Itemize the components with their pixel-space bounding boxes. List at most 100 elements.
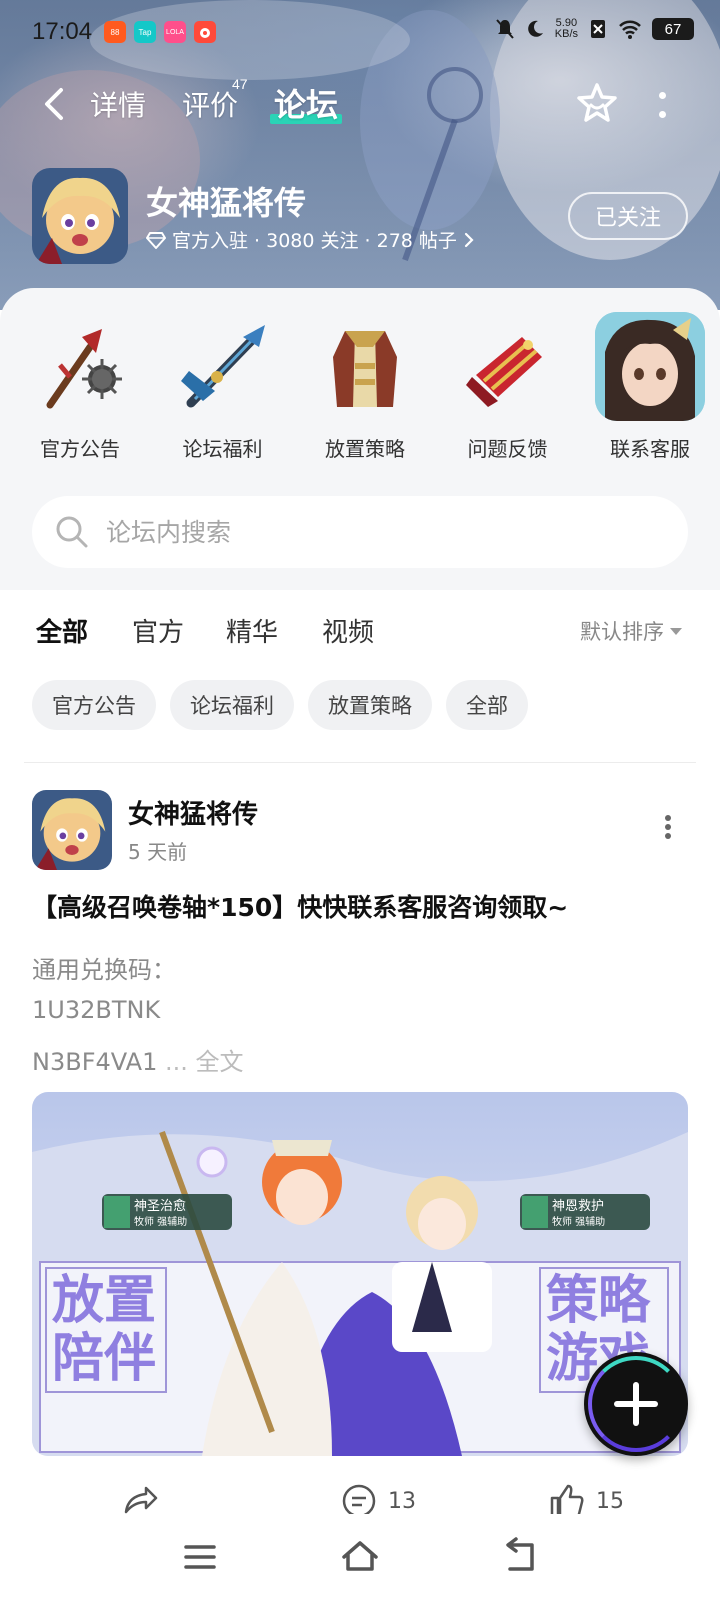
status-app-icons: 88 Tap LOLA <box>104 21 216 43</box>
read-full-link[interactable]: 全文 <box>196 1048 244 1076</box>
status-time: 17:04 <box>32 18 93 45</box>
red-app-icon <box>194 21 216 43</box>
feed-tab-featured[interactable]: 精华 <box>226 612 278 649</box>
plus-icon <box>614 1382 658 1426</box>
blue-sword-icon <box>180 324 265 407</box>
post-author-name[interactable]: 女神猛将传 <box>128 794 258 831</box>
post-body-line: 通用兑换码： <box>32 956 176 984</box>
badge-left-text: 神圣治愈 牧师 强辅助 <box>134 1200 187 1229</box>
author-avatar-art <box>32 790 112 870</box>
lofter-icon: LOLA <box>164 21 186 43</box>
game-avatar-art <box>32 168 128 264</box>
quick-entry-label: 官方公告 <box>40 437 120 461</box>
follow-button[interactable]: 已关注 <box>568 192 688 240</box>
net-speed: 5.90 KB/s <box>555 18 578 40</box>
quick-entry-label: 放置策略 <box>325 437 405 461</box>
comment-icon <box>342 1484 376 1514</box>
battery-indicator: 67 <box>652 18 694 40</box>
chip-announcements[interactable]: 官方公告 <box>32 680 156 730</box>
quick-entry-announcements[interactable]: 官方公告 <box>20 312 140 462</box>
tab-forum[interactable]: 论坛 <box>269 80 343 126</box>
status-bar: 17:04 88 Tap LOLA 5.90 KB/s 67 <box>0 0 720 66</box>
search-icon <box>56 516 88 548</box>
post-ellipsis: ... <box>157 1048 196 1076</box>
sort-dropdown[interactable]: 默认排序 <box>580 616 682 646</box>
forum-search-bar[interactable] <box>32 496 688 568</box>
tab-details[interactable]: 详情 <box>90 84 146 124</box>
orange-app-icon: 88 <box>104 21 126 43</box>
like-count: 15 <box>596 1488 624 1514</box>
quick-entry-strategy[interactable]: 放置策略 <box>305 312 425 462</box>
more-options-button[interactable] <box>652 88 672 122</box>
quick-entry-welfare[interactable]: 论坛福利 <box>163 312 283 462</box>
feed-tab-official[interactable]: 官方 <box>132 612 184 649</box>
slogan-left-bottom: 陪伴 <box>52 1328 157 1389</box>
post-actions: 13 15 <box>0 1474 720 1514</box>
chip-welfare[interactable]: 论坛福利 <box>170 680 294 730</box>
spiked-mace-icon <box>46 328 122 408</box>
post-body-line-last: N3BF4VA1 ... 全文 <box>32 1042 244 1077</box>
chip-all[interactable]: 全部 <box>446 680 528 730</box>
quick-entry-label: 论坛福利 <box>182 437 263 461</box>
gauntlet-icon <box>465 336 542 407</box>
chip-strategy[interactable]: 放置策略 <box>308 680 432 730</box>
back-button[interactable] <box>36 84 70 124</box>
game-header: 女神猛将传 官方入驻 · 3080 关注 · 278 帖子 已关注 <box>0 166 720 266</box>
review-count-badge: 47 <box>232 76 248 92</box>
thumbs-up-icon <box>550 1484 584 1514</box>
share-button[interactable] <box>120 1482 168 1514</box>
slogan-right-top: 策略 <box>546 1270 651 1331</box>
quick-entry-customer-service[interactable]: 联系客服 <box>590 312 710 462</box>
badge-right-sub: 牧师 强辅助 <box>552 1217 606 1228</box>
sim-icon <box>591 20 605 38</box>
post-timestamp: 5 天前 <box>128 840 188 864</box>
game-icon[interactable] <box>32 168 128 264</box>
slogan-left-top: 放置 <box>52 1270 157 1331</box>
wifi-icon <box>619 20 641 39</box>
chevron-left-icon <box>45 88 63 120</box>
badge-right-text: 神恩救护 牧师 强辅助 <box>552 1200 605 1229</box>
feed-tabs: 全部 官方 精华 视频 默认排序 <box>0 598 720 668</box>
moon-icon <box>527 20 543 37</box>
back-nav-icon[interactable] <box>498 1535 542 1579</box>
sort-label: 默认排序 <box>580 620 664 644</box>
net-speed-unit: KB/s <box>554 28 578 40</box>
post-author-avatar[interactable] <box>32 790 112 870</box>
top-nav: 详情 评价 47 论坛 <box>0 66 720 142</box>
diamond-icon <box>146 231 166 249</box>
like-button[interactable]: 15 <box>548 1482 624 1514</box>
quick-entry-list: 官方公告 论坛福利 放置策略 问题反馈 联系客服 <box>20 312 710 462</box>
divider <box>24 762 696 763</box>
share-icon <box>124 1486 158 1514</box>
caret-down-icon <box>670 627 682 635</box>
game-meta-link[interactable]: 官方入驻 · 3080 关注 · 278 帖子 <box>146 226 475 253</box>
status-right-group: 5.90 KB/s 67 <box>495 18 694 40</box>
menu-icon[interactable] <box>178 1535 222 1579</box>
favorite-button[interactable] <box>574 80 620 126</box>
post-title[interactable]: 【高级召唤卷轴*150】快快联系客服咨询领取~ <box>32 888 692 924</box>
robe-armor-icon <box>333 330 397 407</box>
post-more-button[interactable] <box>660 812 676 842</box>
forum-entry-panel: 官方公告 论坛福利 放置策略 问题反馈 联系客服 论坛内搜索 <box>0 288 720 590</box>
character-portrait-icon <box>595 312 705 421</box>
search-input[interactable] <box>106 517 666 547</box>
mute-bell-icon <box>496 19 514 39</box>
tab-reviews[interactable]: 评价 <box>182 84 238 124</box>
feed-tab-all[interactable]: 全部 <box>36 612 89 649</box>
comment-button[interactable]: 13 <box>340 1482 416 1514</box>
badge-left-title: 神圣治愈 <box>134 1199 187 1214</box>
feed-tab-video[interactable]: 视频 <box>322 612 374 649</box>
quick-entry-label: 联系客服 <box>610 437 690 461</box>
slogan-left: 放置 陪伴 <box>52 1272 156 1388</box>
category-chips: 官方公告 论坛福利 放置策略 全部 <box>32 680 528 730</box>
star-icon <box>577 83 617 122</box>
system-nav-bar <box>0 1514 720 1600</box>
taptap-icon: Tap <box>134 21 156 43</box>
quick-entry-feedback[interactable]: 问题反馈 <box>448 312 568 462</box>
game-title: 女神猛将传 <box>146 184 307 222</box>
post-body-line: 1U32BTNK <box>32 996 161 1024</box>
new-post-button[interactable] <box>584 1352 688 1456</box>
home-icon[interactable] <box>338 1535 382 1579</box>
badge-right-title: 神恩救护 <box>552 1199 605 1214</box>
comment-count: 13 <box>388 1488 416 1514</box>
